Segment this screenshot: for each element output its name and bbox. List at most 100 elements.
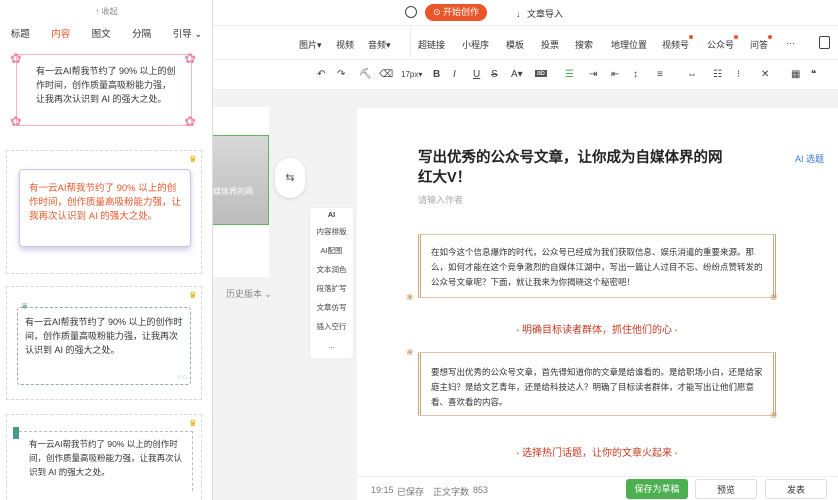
- dots-icon: ○ ○: [176, 374, 187, 381]
- line-height-icon[interactable]: ↕: [633, 69, 638, 80]
- template-card[interactable]: ✿ ✿ ✿ ✿ 有一云AI帮我节约了 90% 以上的创作时间，创作质量高吸粉能力…: [6, 44, 202, 136]
- section-heading[interactable]: • 选择热门话题，让你的文章火起来 •: [418, 444, 776, 459]
- toolbar-search[interactable]: 搜索: [575, 38, 593, 51]
- menu-ai-image[interactable]: AI配图: [310, 241, 353, 260]
- crown-icon: ♛: [188, 290, 197, 300]
- ornament-icon: ❀: [406, 292, 414, 302]
- undo-icon[interactable]: ↶: [317, 69, 325, 80]
- ai-robot-icon[interactable]: [405, 6, 417, 18]
- template-card[interactable]: ♛ ❦ ○ ○ 有一云AI帮我节约了 90% 以上的创作时间，创作质量高吸粉能力…: [6, 286, 202, 400]
- status-footer: 19:15 已保存 正文字数 853 保存为草稿 预览 发表: [357, 476, 838, 500]
- toolbar-hyperlink[interactable]: 超链接: [418, 38, 445, 51]
- toolbar-image[interactable]: 图片▾: [299, 38, 322, 51]
- background-color-icon[interactable]: ab: [535, 70, 547, 77]
- tab-content[interactable]: 内容: [51, 26, 70, 44]
- template-panel: ↑ 收起 标题 内容 图文 分隔 引导 ⌄ ✿ ✿ ✿ ✿ 有一云AI帮我节约了…: [0, 0, 213, 500]
- outdent-icon[interactable]: ⇤: [611, 69, 619, 80]
- ornament-icon: ❀: [770, 410, 778, 420]
- card-text: 有一云AI帮我节约了 90% 以上的创作时间，创作质量高吸粉能力强，让我再次认识…: [29, 183, 182, 222]
- author-input[interactable]: 请输入作者: [418, 193, 463, 206]
- font-size-select[interactable]: 17px▾: [401, 70, 422, 79]
- toolbar-template[interactable]: 模板: [506, 38, 524, 51]
- paragraph-spacing-icon[interactable]: ≡: [657, 69, 663, 80]
- template-card[interactable]: ♛ 有一云AI帮我节约了 90% 以上的创作时间，创作质量高吸粉能力强，让我再次…: [6, 150, 202, 274]
- clear-format-icon[interactable]: ⌫: [379, 69, 393, 80]
- numbered-list-icon[interactable]: ⁝: [737, 69, 740, 80]
- word-count: 853: [473, 485, 489, 495]
- indent-icon[interactable]: ⇥: [589, 69, 597, 80]
- card-text: 有一云AI帮我节约了 90% 以上的创作时间，创作质量高吸粉能力强，让我再次认识…: [29, 439, 183, 477]
- format-toolbar: ↶ ↷ ⛏ ⌫ 17px▾ B I U S A▾ ab ☰ ⇥ ⇤ ↕ ≡ ⇔ …: [213, 60, 838, 90]
- bullet-list-icon[interactable]: ☷: [713, 69, 722, 80]
- clear-icon[interactable]: ✕: [761, 69, 769, 80]
- ai-menu-header: AI: [327, 210, 336, 219]
- crown-icon: ♛: [188, 418, 197, 428]
- word-count-label: 正文字数: [433, 487, 470, 497]
- start-creating-button[interactable]: ⊙ 开始创作: [425, 4, 487, 21]
- template-card[interactable]: ♛ 有一云AI帮我节约了 90% 以上的创作时间，创作质量高吸粉能力强，让我再次…: [6, 414, 202, 500]
- tab-title[interactable]: 标题: [11, 26, 30, 44]
- content-box[interactable]: 在如今这个信息爆炸的时代，公众号已经成为我们获取信息、娱乐消遣的重要来源。那么，…: [418, 234, 776, 298]
- bold-icon[interactable]: B: [433, 69, 440, 80]
- redo-icon[interactable]: ↷: [337, 69, 345, 80]
- article-title[interactable]: 写出优秀的公众号文章，让你成为自媒体界的网红大V！: [418, 148, 730, 188]
- tab-divider[interactable]: 分隔: [132, 26, 151, 44]
- flower-icon: ✿: [10, 50, 22, 66]
- collapse-button[interactable]: ↑ 收起: [0, 6, 213, 17]
- save-status: 已保存: [397, 487, 425, 497]
- ornament-icon: ❀: [406, 347, 414, 357]
- sidebar-toggle-icon[interactable]: [819, 36, 830, 49]
- underline-icon[interactable]: U: [473, 69, 480, 80]
- italic-icon[interactable]: I: [453, 69, 456, 80]
- card-text: 有一云AI帮我节约了 90% 以上的创作时间，创作质量高吸粉能力强，让我再次认识…: [36, 66, 176, 104]
- top-bar: ⊙ 开始创作 ↓ 文章导入: [213, 0, 838, 26]
- format-painter-icon[interactable]: ⛏: [359, 69, 372, 80]
- toolbar-official-account[interactable]: 公众号: [707, 35, 739, 51]
- leaf-icon: ❦: [21, 301, 29, 311]
- ai-topic-button[interactable]: AI 选题: [795, 152, 824, 165]
- tab-image-text[interactable]: 图文: [92, 26, 111, 44]
- toolbar-mini-program[interactable]: 小程序: [462, 38, 489, 51]
- history-version-link[interactable]: 历史版本 ⌄: [226, 287, 272, 300]
- preview-image[interactable]: [213, 135, 269, 225]
- template-tabs: 标题 内容 图文 分隔 引导 ⌄: [0, 26, 213, 44]
- tab-guide[interactable]: 引导 ⌄: [173, 26, 203, 44]
- menu-paragraph-expand[interactable]: 段落扩写: [310, 279, 353, 298]
- publish-button[interactable]: 发表: [765, 479, 827, 499]
- save-draft-button[interactable]: 保存为草稿: [626, 479, 688, 499]
- menu-content-layout[interactable]: 内容排版: [310, 222, 353, 241]
- menu-text-polish[interactable]: 文本润色: [310, 260, 353, 279]
- strikethrough-icon[interactable]: S: [491, 69, 498, 80]
- toolbar-video-channel[interactable]: 视频号: [662, 35, 694, 51]
- toolbar-qa[interactable]: 问答: [750, 35, 773, 51]
- menu-article-imitate[interactable]: 文章仿写: [310, 298, 353, 317]
- swap-button[interactable]: ⇆: [275, 158, 305, 198]
- article-import-button[interactable]: ↓ 文章导入: [516, 7, 563, 20]
- content-box[interactable]: 要想写出优秀的公众号文章，首先得知道你的文章是给谁看的。是给职场小白，还是给家庭…: [418, 352, 776, 416]
- preview-button[interactable]: 预览: [695, 479, 757, 499]
- ai-spark-icon: ⊙: [432, 7, 441, 17]
- ai-side-menu: AI 内容排版 AI配图 文本润色 段落扩写 文章仿写 插入空行 ...: [309, 207, 354, 359]
- download-icon: ↓: [516, 9, 521, 19]
- collapse-label: 收起: [101, 7, 118, 16]
- flower-icon: ✿: [184, 113, 196, 129]
- toolbar-more[interactable]: ···: [786, 38, 795, 48]
- toolbar-vote[interactable]: 投票: [541, 38, 559, 51]
- section-heading[interactable]: • 明确目标读者群体，抓住他们的心 •: [418, 321, 776, 336]
- preview-snippet: 媒体界的网: [213, 187, 253, 196]
- quote-icon[interactable]: ❝: [811, 69, 816, 80]
- align-left-icon[interactable]: ☰: [565, 69, 574, 80]
- ornament-icon: ❀: [770, 292, 778, 302]
- font-color-icon[interactable]: A▾: [511, 69, 523, 80]
- toolbar-audio[interactable]: 音频▾: [368, 38, 391, 51]
- flower-icon: ✿: [184, 50, 196, 66]
- card-text: 有一云AI帮我节约了 90% 以上的创作时间，创作质量高吸粉能力强，让我再次认识…: [25, 317, 183, 355]
- paragraph-intro: 在如今这个信息爆炸的时代，公众号已经成为我们获取信息、娱乐消遣的重要来源。那么，…: [431, 247, 763, 287]
- toolbar-location[interactable]: 地理位置: [611, 38, 647, 51]
- menu-insert-blank-line[interactable]: 插入空行: [310, 317, 353, 336]
- toolbar-video[interactable]: 视频: [336, 38, 354, 51]
- table-icon[interactable]: ▦: [791, 69, 800, 80]
- letter-spacing-icon[interactable]: ⇔: [687, 69, 697, 80]
- menu-more[interactable]: ...: [310, 336, 353, 355]
- insert-toolbar: 图片▾ 视频 音频▾ 超链接 小程序 模板 投票 搜索 地理位置 视频号 公众号…: [213, 26, 838, 60]
